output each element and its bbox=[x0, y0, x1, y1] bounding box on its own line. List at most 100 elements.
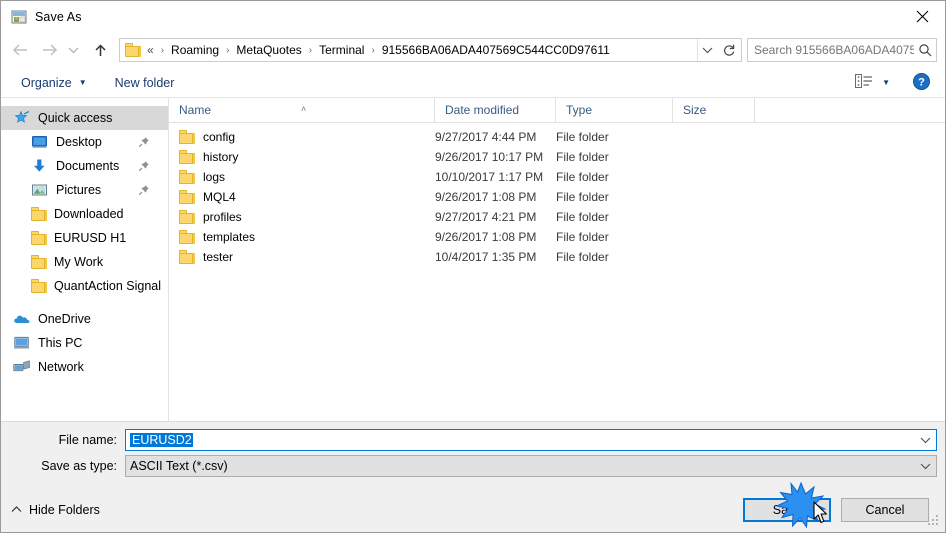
file-name-label: templates bbox=[203, 230, 256, 244]
sidebar-item-label: My Work bbox=[54, 255, 104, 269]
table-row[interactable]: templates 9/26/2017 1:08 PM File folder bbox=[169, 227, 945, 247]
date-modified-cell: 9/27/2017 4:21 PM bbox=[435, 210, 537, 224]
sidebar-item-onedrive[interactable]: OneDrive bbox=[1, 307, 168, 331]
file-name-label: logs bbox=[203, 170, 226, 184]
sidebar-item-network[interactable]: Network bbox=[1, 355, 168, 379]
folder-icon bbox=[179, 190, 195, 204]
breadcrumb-separator: › bbox=[226, 44, 230, 56]
sidebar-item-this-pc[interactable]: This PC bbox=[1, 331, 168, 355]
svg-text:?: ? bbox=[918, 76, 925, 88]
column-header-type[interactable]: Type bbox=[556, 98, 673, 123]
breadcrumb: « › Roaming › MetaQuotes › Terminal › 91… bbox=[145, 43, 697, 57]
sidebar-item-label: Desktop bbox=[56, 135, 102, 149]
hide-folders-button[interactable]: Hide Folders bbox=[11, 503, 100, 517]
refresh-icon[interactable] bbox=[717, 39, 741, 61]
file-name-label: MQL4 bbox=[203, 190, 236, 204]
navigation-bar: « › Roaming › MetaQuotes › Terminal › 91… bbox=[1, 32, 945, 68]
organize-button[interactable]: Organize ▼ bbox=[14, 68, 94, 97]
save-as-type-select[interactable]: ASCII Text (*.csv) bbox=[125, 455, 937, 477]
network-icon bbox=[13, 359, 31, 375]
chevron-down-icon[interactable] bbox=[697, 39, 717, 61]
sidebar-item-pictures[interactable]: Pictures bbox=[1, 178, 168, 202]
date-modified-cell: 9/27/2017 4:44 PM bbox=[435, 130, 537, 144]
new-folder-button[interactable]: New folder bbox=[108, 68, 182, 97]
table-row[interactable]: config 9/27/2017 4:44 PM File folder bbox=[169, 127, 945, 147]
folder-icon bbox=[179, 130, 195, 144]
file-name-selected-text: EURUSD2 bbox=[130, 433, 193, 447]
address-bar[interactable]: « › Roaming › MetaQuotes › Terminal › 91… bbox=[119, 38, 742, 62]
breadcrumb-item-terminal[interactable]: Terminal bbox=[317, 43, 366, 57]
date-modified-cell: 9/26/2017 1:08 PM bbox=[435, 190, 537, 204]
close-button[interactable] bbox=[899, 1, 945, 31]
forward-button[interactable] bbox=[36, 37, 62, 63]
table-row[interactable]: logs 10/10/2017 1:17 PM File folder bbox=[169, 167, 945, 187]
resize-grip-icon[interactable] bbox=[928, 515, 941, 528]
file-list: Name ˄ Date modified Type Size config 9/… bbox=[169, 98, 945, 421]
search-input[interactable]: Search 915566BA06ADA40756... bbox=[747, 38, 937, 62]
file-name-cell: tester bbox=[169, 250, 435, 264]
breadcrumb-overflow[interactable]: « bbox=[145, 43, 156, 57]
sidebar-item-downloaded[interactable]: Downloaded bbox=[1, 202, 168, 226]
folder-icon bbox=[179, 230, 195, 244]
desktop-icon bbox=[31, 134, 49, 150]
file-list-header: Name ˄ Date modified Type Size bbox=[169, 98, 945, 123]
pin-icon[interactable] bbox=[138, 160, 150, 172]
back-button[interactable] bbox=[7, 37, 33, 63]
file-name-input[interactable]: EURUSD2 bbox=[125, 429, 937, 451]
star-pin-icon bbox=[13, 110, 31, 126]
table-row[interactable]: history 9/26/2017 10:17 PM File folder bbox=[169, 147, 945, 167]
save-form: File name: EURUSD2 Save as type: ASCII T… bbox=[1, 421, 945, 487]
file-name-label: File name: bbox=[58, 433, 117, 447]
documents-download-icon bbox=[31, 158, 49, 174]
column-header-date-modified[interactable]: Date modified bbox=[435, 98, 556, 123]
sidebar-item-label: Documents bbox=[56, 159, 120, 173]
save-button[interactable]: Save bbox=[743, 497, 831, 522]
folder-icon bbox=[125, 43, 141, 57]
view-options-button[interactable]: ▼ bbox=[851, 74, 894, 91]
file-name-cell: MQL4 bbox=[169, 190, 435, 204]
recent-locations-button[interactable] bbox=[63, 37, 83, 63]
date-modified-cell: 9/26/2017 10:17 PM bbox=[435, 150, 544, 164]
dialog-body: Quick access Desktop Documents Pictures … bbox=[1, 98, 945, 421]
column-header-name[interactable]: Name ˄ bbox=[169, 98, 435, 123]
date-modified-cell: 9/26/2017 1:08 PM bbox=[435, 230, 537, 244]
pin-icon[interactable] bbox=[138, 136, 150, 148]
table-row[interactable]: tester 10/4/2017 1:35 PM File folder bbox=[169, 247, 945, 267]
cancel-button[interactable]: Cancel bbox=[841, 497, 929, 522]
chevron-down-icon[interactable] bbox=[914, 436, 936, 444]
new-folder-label: New folder bbox=[114, 75, 175, 90]
up-one-level-button[interactable] bbox=[87, 37, 113, 63]
navigation-pane: Quick access Desktop Documents Pictures … bbox=[1, 98, 169, 421]
folder-icon bbox=[31, 255, 47, 269]
help-button[interactable]: ? bbox=[913, 72, 930, 93]
breadcrumb-item-terminal-id[interactable]: 915566BA06ADA407569C544CC0D97611 bbox=[380, 43, 612, 57]
breadcrumb-item-roaming[interactable]: Roaming bbox=[169, 43, 221, 57]
sidebar-item-quantaction-signal[interactable]: QuantAction Signal bbox=[1, 274, 168, 298]
type-cell: File folder bbox=[556, 210, 609, 224]
sidebar-item-label: This PC bbox=[38, 336, 83, 350]
title-bar: Save As bbox=[1, 1, 945, 32]
pin-icon[interactable] bbox=[138, 184, 150, 196]
breadcrumb-item-metaquotes[interactable]: MetaQuotes bbox=[234, 43, 303, 57]
file-name-cell: config bbox=[169, 130, 435, 144]
sidebar-item-eurusd-h1[interactable]: EURUSD H1 bbox=[1, 226, 168, 250]
type-cell: File folder bbox=[556, 230, 609, 244]
hide-folders-label: Hide Folders bbox=[29, 502, 100, 517]
sort-ascending-icon: ˄ bbox=[301, 103, 307, 114]
column-header-size[interactable]: Size bbox=[673, 98, 755, 123]
organize-label: Organize bbox=[21, 75, 72, 90]
save-as-type-label: Save as type: bbox=[41, 459, 117, 473]
sidebar-item-quick-access[interactable]: Quick access bbox=[1, 106, 168, 130]
sidebar-item-my-work[interactable]: My Work bbox=[1, 250, 168, 274]
chevron-down-icon[interactable] bbox=[914, 462, 936, 470]
table-row[interactable]: profiles 9/27/2017 4:21 PM File folder bbox=[169, 207, 945, 227]
chevron-up-icon bbox=[11, 506, 22, 513]
breadcrumb-separator: › bbox=[308, 44, 313, 56]
search-icon bbox=[914, 43, 936, 57]
file-name-cell: profiles bbox=[169, 210, 435, 224]
type-cell: File folder bbox=[556, 250, 609, 264]
sidebar-item-documents[interactable]: Documents bbox=[1, 154, 168, 178]
table-row[interactable]: MQL4 9/26/2017 1:08 PM File folder bbox=[169, 187, 945, 207]
onedrive-cloud-icon bbox=[13, 311, 31, 327]
sidebar-item-desktop[interactable]: Desktop bbox=[1, 130, 168, 154]
